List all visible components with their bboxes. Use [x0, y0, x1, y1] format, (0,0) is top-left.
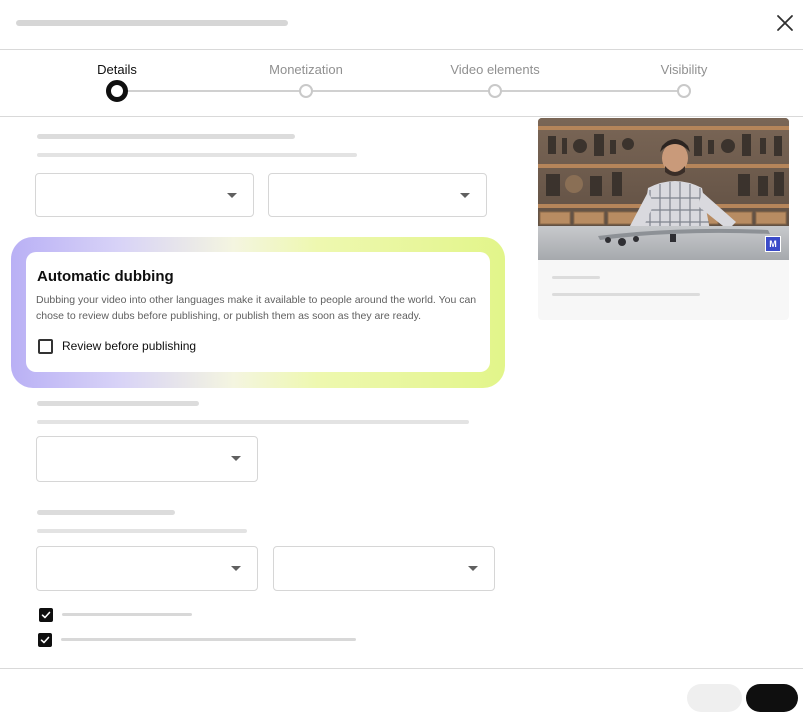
checkbox-2-label-placeholder — [61, 638, 356, 641]
caret-down-icon — [460, 193, 470, 198]
checkbox-2[interactable] — [38, 633, 52, 647]
step-label-visibility[interactable]: Visibility — [661, 62, 708, 77]
dropdown-4[interactable] — [36, 546, 258, 591]
step-dot-video-elements[interactable] — [488, 84, 502, 98]
video-thumbnail-image — [538, 118, 789, 260]
channel-badge: M — [765, 236, 781, 252]
dropdown-5[interactable] — [273, 546, 495, 591]
caret-down-icon — [227, 193, 237, 198]
dropdown-2[interactable] — [268, 173, 487, 217]
caret-down-icon — [231, 456, 241, 461]
section-subheading-placeholder — [37, 153, 357, 157]
step-dot-monetization[interactable] — [299, 84, 313, 98]
dropdown-3[interactable] — [36, 436, 258, 482]
check-icon — [41, 611, 51, 619]
header-divider — [0, 49, 803, 50]
section-heading-placeholder — [37, 401, 199, 406]
checkbox-1[interactable] — [39, 608, 53, 622]
caret-down-icon — [231, 566, 241, 571]
video-thumbnail[interactable]: M — [538, 118, 789, 260]
close-button[interactable] — [772, 10, 798, 36]
section-subheading-placeholder — [37, 529, 247, 533]
step-dot-details[interactable] — [106, 80, 128, 102]
dubbing-title: Automatic dubbing — [37, 268, 174, 285]
dialog-title-placeholder — [16, 20, 288, 26]
video-preview-panel: M — [538, 118, 789, 320]
dropdown-1[interactable] — [35, 173, 254, 217]
step-label-video-elements[interactable]: Video elements — [450, 62, 539, 77]
dubbing-card: Automatic dubbing Dubbing your video int… — [26, 252, 490, 372]
close-icon — [777, 15, 793, 31]
stepper-track — [117, 90, 683, 92]
section-heading-placeholder — [37, 510, 175, 515]
dubbing-description: Dubbing your video into other languages … — [36, 294, 477, 322]
next-button[interactable] — [746, 684, 798, 712]
section-subheading-placeholder — [37, 420, 469, 424]
checkbox-1-label-placeholder — [62, 613, 192, 616]
section-heading-placeholder — [37, 134, 295, 139]
review-checkbox-label: Review before publishing — [62, 339, 197, 353]
footer-divider — [0, 668, 803, 669]
stepper-divider — [0, 116, 803, 117]
step-dot-visibility[interactable] — [677, 84, 691, 98]
video-title-placeholder — [552, 276, 600, 279]
caret-down-icon — [468, 566, 478, 571]
step-label-details[interactable]: Details — [97, 62, 137, 77]
review-checkbox[interactable] — [38, 339, 53, 354]
back-button[interactable] — [687, 684, 742, 712]
step-label-monetization[interactable]: Monetization — [269, 62, 343, 77]
check-icon — [40, 636, 50, 644]
video-link-placeholder — [552, 293, 700, 296]
